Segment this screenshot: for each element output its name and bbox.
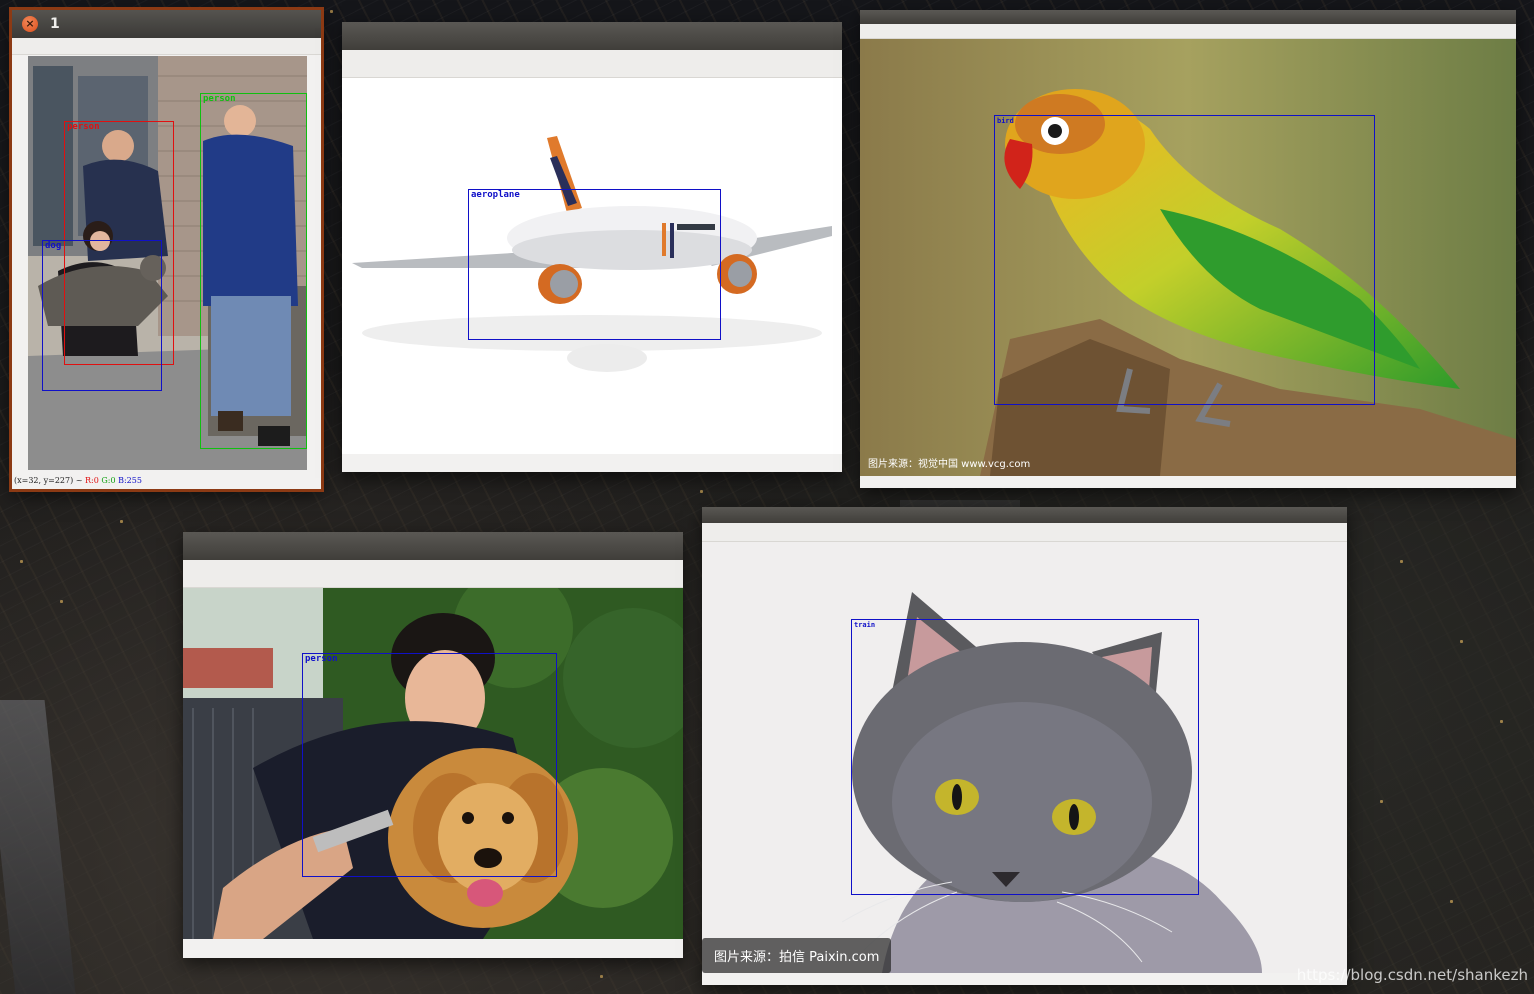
detection-box: bird xyxy=(994,115,1375,405)
city-light xyxy=(120,520,123,523)
window-cat[interactable]: train 图片来源：拍信 Paixin.com xyxy=(702,507,1347,985)
detection-box: person xyxy=(200,93,307,449)
detection-label: person xyxy=(305,654,338,664)
city-light xyxy=(1380,800,1383,803)
city-light xyxy=(330,10,333,13)
detection-label: person xyxy=(67,122,100,132)
city-light xyxy=(1450,900,1453,903)
image-canvas[interactable]: bird 图片来源：视觉中国 www.vcg.com xyxy=(860,39,1516,476)
window-aeroplane[interactable]: aeroplane xyxy=(342,22,842,472)
city-light xyxy=(600,975,603,978)
city-light xyxy=(1400,560,1403,563)
image-canvas[interactable]: train 图片来源：拍信 Paixin.com xyxy=(702,542,1347,973)
toolbar xyxy=(342,50,842,78)
close-icon[interactable]: × xyxy=(22,16,38,32)
status-r: R:0 xyxy=(85,476,99,485)
city-light xyxy=(1460,640,1463,643)
titlebar[interactable]: × 1 xyxy=(12,10,321,38)
image-credit: 图片来源：视觉中国 www.vcg.com xyxy=(868,459,1031,470)
image-credit: 图片来源：拍信 Paixin.com xyxy=(702,938,892,973)
status-coords: (x=32, y=227) ~ xyxy=(14,476,83,485)
toolbar xyxy=(702,523,1347,542)
toolbar xyxy=(12,38,321,55)
toolbar xyxy=(183,560,683,588)
image-canvas[interactable]: aeroplane xyxy=(342,78,842,454)
detection-label: person xyxy=(203,94,236,104)
status-b: B:255 xyxy=(118,476,142,485)
window-person-dog[interactable]: person xyxy=(183,532,683,958)
detection-box: train xyxy=(851,619,1199,895)
image-canvas[interactable]: person xyxy=(183,588,683,939)
toolbar xyxy=(860,24,1516,39)
detection-box: aeroplane xyxy=(468,189,721,340)
detection-label: aeroplane xyxy=(471,190,520,200)
window-people[interactable]: × 1 person person dog (x=32, y=227) ~ R:… xyxy=(9,7,324,492)
status-g: G:0 xyxy=(101,476,116,485)
city-light xyxy=(60,600,63,603)
titlebar[interactable] xyxy=(860,10,1516,24)
detection-box: person xyxy=(302,653,557,877)
city-light xyxy=(700,490,703,493)
titlebar[interactable] xyxy=(183,532,683,560)
detection-label: dog xyxy=(45,241,62,251)
building-facade xyxy=(0,700,76,994)
detection-label: train xyxy=(854,621,876,629)
blog-watermark: https://blog.csdn.net/shankezh xyxy=(1296,966,1528,984)
window-title: 1 xyxy=(50,16,60,32)
detection-label: bird xyxy=(997,117,1014,125)
titlebar[interactable] xyxy=(702,507,1347,523)
detection-box: dog xyxy=(42,240,162,391)
city-light xyxy=(20,560,23,563)
image-canvas[interactable]: person person dog xyxy=(28,56,307,470)
window-bird[interactable]: bird 图片来源：视觉中国 www.vcg.com xyxy=(860,10,1516,488)
titlebar[interactable] xyxy=(342,22,842,50)
pixel-status: (x=32, y=227) ~ R:0 G:0 B:255 xyxy=(14,476,142,485)
city-light xyxy=(1500,720,1503,723)
